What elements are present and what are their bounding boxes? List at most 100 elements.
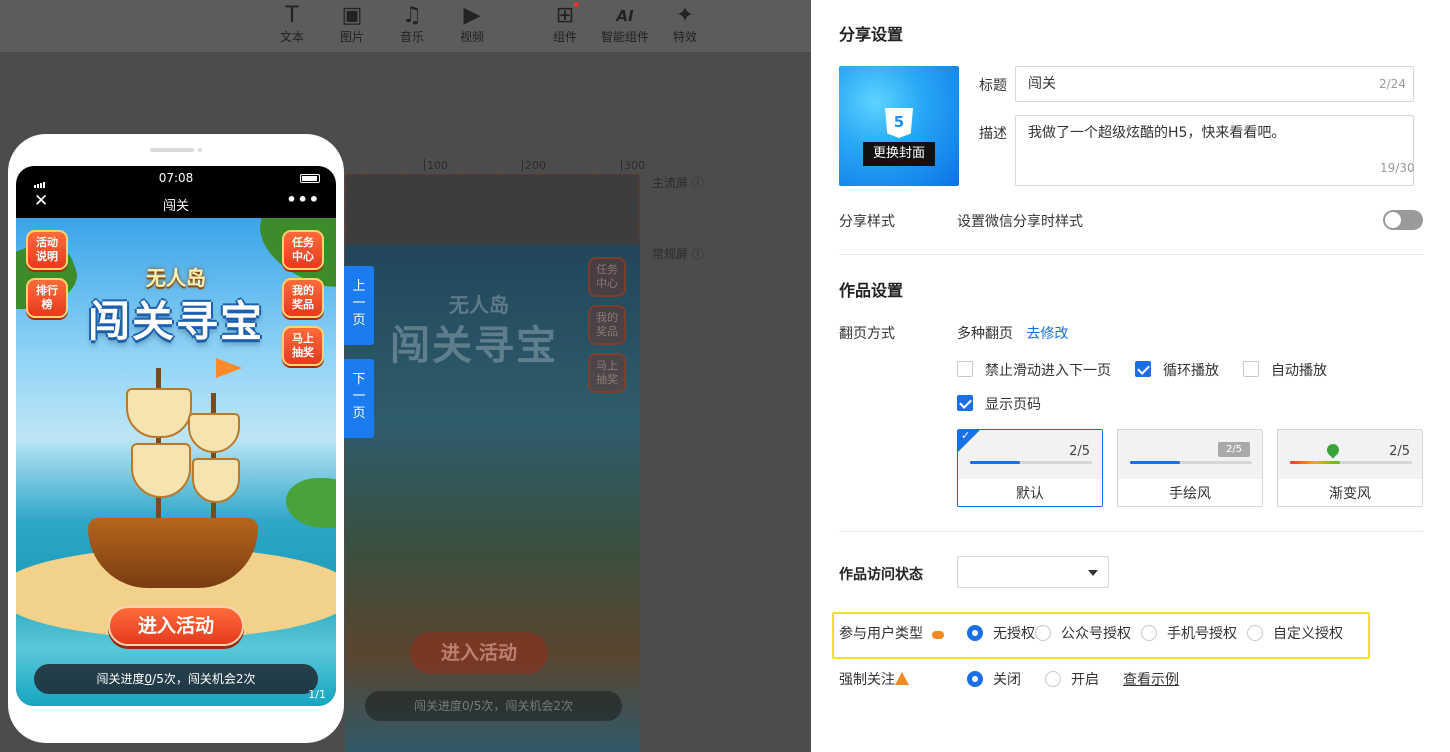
ghost-task-button: 任务中心 [588, 257, 626, 297]
title-input[interactable]: 闯关 [1015, 66, 1414, 102]
next-page-label: 下一页 [352, 372, 366, 421]
change-cover-button[interactable]: 更换封面 [863, 142, 935, 166]
prev-page-label: 上一页 [352, 279, 366, 328]
my-prizes-button[interactable]: 我的奖品 [282, 278, 324, 318]
page-style-name: 渐变风 [1329, 486, 1371, 502]
enter-activity-button[interactable]: 进入活动 [108, 606, 244, 646]
top-toolbar: T 文本 ▣ 图片 ♫ 音乐 ▶ 视频 ⊞ 组件 AI 智能组件 ✦ 特效 [0, 0, 811, 52]
user-type-no-auth-radio[interactable] [967, 625, 983, 641]
description-textarea[interactable]: 我做了一个超级炫酷的H5，快来看看吧。 [1015, 115, 1414, 186]
cloud-icon [932, 631, 944, 639]
ghost-draw-button: 马上抽奖 [588, 353, 626, 393]
ship-sail [126, 388, 192, 438]
page-style-fill [1290, 461, 1340, 464]
status-bar: 07:08 [16, 166, 336, 188]
phone-screen: 07:08 ✕ 闯关 ••• 无人岛 闯关寻宝 活动说明 排行榜 任务中心 我的… [16, 166, 336, 706]
autoplay-checkbox[interactable] [1243, 361, 1259, 377]
activity-rules-button[interactable]: 活动说明 [26, 230, 68, 270]
loop-play-checkbox[interactable] [1135, 361, 1151, 377]
progress-bar: 闯关进度0/5次，闯关机会2次 [34, 664, 318, 694]
autoplay-label: 自动播放 [1271, 363, 1327, 379]
toolbar-components[interactable]: ⊞ 组件 [535, 2, 595, 44]
view-example-link[interactable]: 查看示例 [1123, 669, 1179, 689]
title-value: 闯关 [1028, 76, 1056, 92]
leaderboard-button[interactable]: 排行榜 [26, 278, 68, 318]
share-style-toggle[interactable] [1383, 210, 1423, 230]
palm-leaf [286, 478, 336, 528]
ghost-prize-button: 我的奖品 [588, 305, 626, 345]
editing-page-image[interactable]: 无人岛 闯关寻宝 任务中心 我的奖品 马上抽奖 进入活动 闯关进度0/5次，闯关… [345, 245, 640, 752]
ship-sail [192, 458, 240, 503]
lucky-draw-button[interactable]: 马上抽奖 [282, 326, 324, 366]
effects-icon: ✦ [675, 3, 695, 28]
toolbar-music[interactable]: ♫ 音乐 [382, 2, 442, 44]
more-icon[interactable]: ••• [286, 190, 320, 209]
toolbar-image[interactable]: ▣ 图片 [322, 2, 382, 44]
text-icon: T [285, 3, 299, 28]
loop-play-label: 循环播放 [1163, 363, 1219, 379]
user-type-custom-radio[interactable] [1247, 625, 1263, 641]
page-style-name: 默认 [1016, 486, 1044, 502]
lucky-draw-label: 马上抽奖 [292, 332, 314, 359]
ship-sail [188, 413, 240, 453]
ghost-title: 闯关寻宝 [390, 323, 558, 369]
page-style-default[interactable]: ✓ 2/5 默认 [957, 429, 1103, 507]
music-icon: ♫ [402, 3, 422, 28]
ruler-label: 300 [624, 159, 645, 172]
force-follow-on-label: 开启 [1071, 672, 1099, 688]
user-type-no-auth-label: 无授权 [993, 626, 1035, 642]
ai-component-icon: AI [616, 7, 634, 25]
status-time: 07:08 [158, 171, 194, 185]
toolbar-effects[interactable]: ✦ 特效 [655, 2, 715, 44]
task-center-button[interactable]: 任务中心 [282, 230, 324, 270]
image-icon: ▣ [341, 3, 363, 28]
force-follow-off-label: 关闭 [993, 672, 1021, 688]
progress-value: 0 [144, 672, 153, 686]
page-style-fill [970, 461, 1020, 464]
page-style-gradient[interactable]: 2/5 渐变风 [1277, 429, 1423, 507]
description-label: 描述 [979, 126, 1007, 142]
work-settings-heading: 作品设置 [839, 281, 904, 300]
divider [839, 531, 1423, 532]
toolbar-ai-components[interactable]: AI 智能组件 [595, 2, 655, 44]
share-style-label: 分享样式 [839, 214, 895, 230]
description-value: 我做了一个超级炫酷的H5，快来看看吧。 [1028, 125, 1286, 141]
force-follow-off-radio[interactable] [967, 671, 983, 687]
ruler-label: 100 [427, 159, 448, 172]
battery-icon [300, 174, 320, 183]
show-page-number-checkbox[interactable] [957, 395, 973, 411]
phone-nav-bar: ✕ 闯关 ••• [16, 188, 336, 218]
leaderboard-label: 排行榜 [36, 284, 58, 311]
toolbar-components-label: 组件 [552, 30, 577, 44]
access-status-select[interactable] [957, 556, 1109, 588]
share-style-description: 设置微信分享时样式 [957, 214, 1083, 230]
access-status-label: 作品访问状态 [839, 567, 923, 583]
notification-dot [574, 2, 579, 7]
phone-speaker [150, 148, 194, 152]
toolbar-ai-label: 智能组件 [600, 30, 649, 44]
share-cover-image[interactable]: 5 更换封面 [839, 66, 959, 186]
user-type-phone-radio[interactable] [1141, 625, 1157, 641]
prev-page-button[interactable]: 上一页 [344, 266, 374, 345]
next-page-button[interactable]: 下一页 [344, 359, 374, 438]
ruler-label: 200 [525, 159, 546, 172]
toolbar-music-label: 音乐 [399, 30, 424, 44]
task-center-label: 任务中心 [292, 236, 314, 263]
user-type-official-account-radio[interactable] [1035, 625, 1051, 641]
divider [839, 254, 1423, 255]
toolbar-text[interactable]: T 文本 [262, 2, 322, 44]
title-char-count: 2/24 [1379, 77, 1406, 91]
force-follow-label: 强制关注 [839, 669, 909, 689]
page-style-handdrawn[interactable]: 2/5 手绘风 [1117, 429, 1263, 507]
page-style-number: 2/5 [1069, 444, 1090, 459]
modify-page-turn-link[interactable]: 去修改 [1026, 326, 1068, 342]
toolbar-video[interactable]: ▶ 视频 [442, 2, 502, 44]
main-screen-label: 主流屏 ⓘ [652, 176, 704, 190]
disable-swipe-checkbox[interactable] [957, 361, 973, 377]
components-icon: ⊞ [555, 3, 575, 28]
page-indicator: 1/1 [308, 688, 326, 701]
user-type-label: 参与用户类型 [839, 626, 923, 642]
video-icon: ▶ [463, 3, 481, 28]
ghost-enter-button: 进入活动 [410, 632, 548, 674]
force-follow-on-radio[interactable] [1045, 671, 1061, 687]
